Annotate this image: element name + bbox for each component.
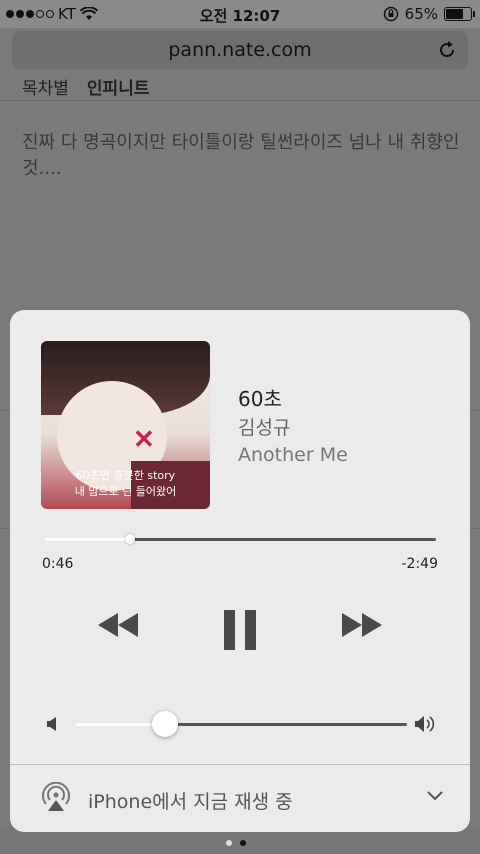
divider <box>10 764 470 765</box>
chevron-down-icon[interactable] <box>426 790 444 802</box>
page-dot <box>226 840 232 846</box>
address-bar[interactable]: pann.nate.com <box>12 31 468 69</box>
song-title: 60초 <box>238 387 282 411</box>
volume-high-icon <box>415 716 435 732</box>
remaining-time: -2:49 <box>401 556 439 572</box>
fast-forward-icon[interactable] <box>340 610 384 640</box>
now-playing-card: ✕ 60초면 충분한 story 내 맘으로 넌 들어왔어 60초 김성규 An… <box>10 310 470 832</box>
pause-icon[interactable] <box>223 609 257 651</box>
tab-label-active[interactable]: 인피니트 <box>87 74 150 99</box>
progress-fill <box>44 538 131 541</box>
album-art-text: 60초면 충분한 story <box>75 469 176 482</box>
airplay-icon[interactable] <box>40 782 72 812</box>
status-bar: KT 오전 12:07 65% <box>0 0 480 28</box>
page-tabs: 목차별 인피니트 <box>22 74 149 99</box>
orientation-lock-icon <box>383 6 398 22</box>
divider <box>0 100 480 101</box>
url-text: pann.nate.com <box>168 39 312 61</box>
battery-icon <box>444 7 475 21</box>
volume-slider[interactable] <box>76 711 407 737</box>
elapsed-time: 0:46 <box>42 556 74 572</box>
volume-knob[interactable] <box>152 711 179 737</box>
page-indicator <box>226 840 246 846</box>
volume-low-icon <box>47 717 56 731</box>
tab-label[interactable]: 목차별 <box>22 74 69 99</box>
airplay-status[interactable]: iPhone에서 지금 재생 중 <box>88 787 293 814</box>
reload-icon[interactable] <box>436 39 458 61</box>
scrubber-knob[interactable] <box>125 534 136 544</box>
song-artist: 김성규 <box>238 417 291 439</box>
page-dot-active <box>240 840 246 846</box>
album-art[interactable]: ✕ 60초면 충분한 story 내 맘으로 넌 들어왔어 <box>41 341 210 509</box>
battery-percent: 65% <box>404 5 438 23</box>
album-logo-icon: ✕ <box>133 425 155 455</box>
rewind-icon[interactable] <box>96 610 140 640</box>
song-album: Another Me <box>238 444 348 466</box>
comment-text: 진짜 다 명곡이지만 타이틀이랑 틸썬라이즈 넘나 내 취향인것.... <box>22 132 460 179</box>
album-art-text: 내 맘으로 넌 들어왔어 <box>74 485 177 498</box>
playback-scrubber[interactable] <box>44 534 436 544</box>
